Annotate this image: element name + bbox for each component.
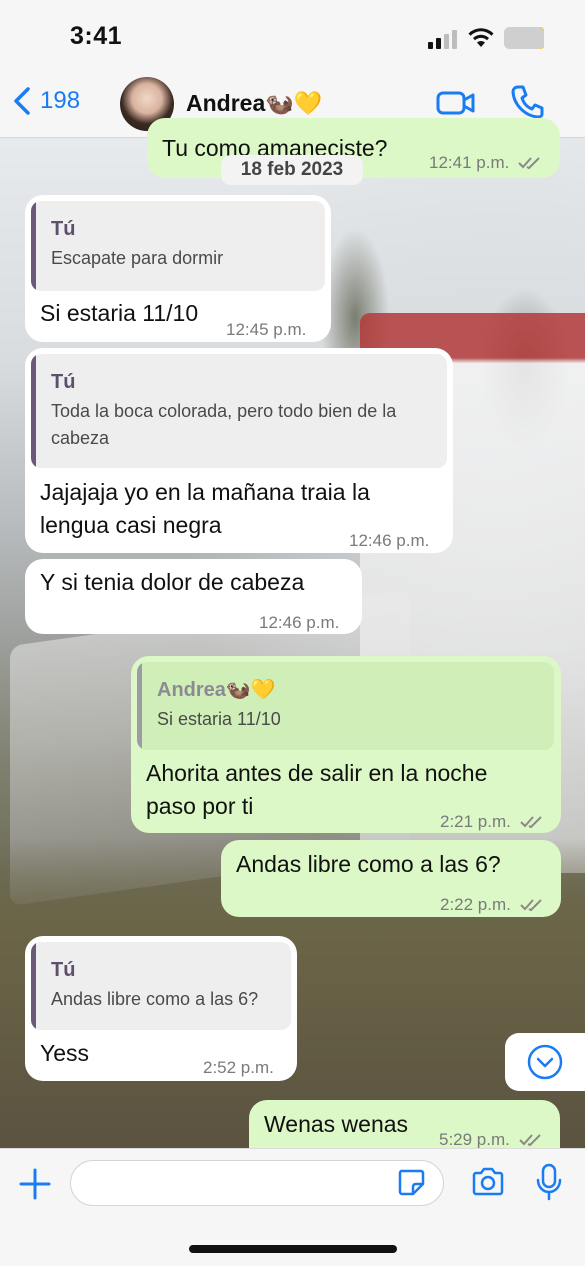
read-receipt-icon [518, 157, 540, 170]
quote-bar [31, 942, 36, 1030]
message-time: 12:45 p.m. [226, 320, 307, 339]
signal-icon [428, 30, 457, 49]
quote-bar [31, 354, 36, 468]
video-camera-icon[interactable] [436, 88, 476, 118]
microphone-icon[interactable] [535, 1163, 563, 1201]
quoted-message[interactable]: Tú Andas libre como a las 6? [31, 942, 291, 1030]
scroll-to-bottom-button[interactable] [505, 1033, 585, 1091]
camera-icon[interactable] [470, 1167, 506, 1197]
quote-text: Toda la boca colorada, pero todo bien de… [51, 401, 397, 448]
message-time: 12:46 p.m. [349, 531, 430, 550]
home-indicator [189, 1245, 397, 1253]
contact-name[interactable]: Andrea🦦💛 [186, 90, 323, 117]
back-button[interactable]: 198 [12, 86, 80, 116]
read-receipt-icon [519, 816, 542, 829]
read-receipt-icon [518, 1134, 541, 1147]
quote-author: Tú [51, 959, 76, 981]
message-incoming[interactable]: Tú Toda la boca colorada, pero todo bien… [25, 348, 453, 553]
quote-text: Andas libre como a las 6? [51, 989, 259, 1009]
status-bar: 3:41 28 [0, 0, 585, 72]
quote-bar [137, 662, 142, 750]
message-text: Andas libre como a las 6? [236, 851, 501, 877]
quoted-message[interactable]: Andrea🦦💛 Si estaria 11/10 [137, 662, 554, 750]
quote-bar [31, 201, 36, 291]
read-receipt-icon [519, 899, 542, 912]
message-input[interactable] [70, 1160, 444, 1206]
quoted-message[interactable]: Tú Toda la boca colorada, pero todo bien… [31, 354, 447, 468]
plus-icon[interactable] [18, 1167, 52, 1201]
phone-icon[interactable] [510, 84, 544, 120]
message-time: 2:52 p.m. [203, 1058, 274, 1077]
quoted-message[interactable]: Tú Escapate para dormir [31, 201, 325, 291]
message-time: 12:41 p.m. [429, 146, 542, 179]
message-text: Wenas wenas [264, 1111, 409, 1137]
message-text: Yess [40, 1040, 90, 1066]
message-time: 2:21 p.m. [440, 805, 544, 838]
message-outgoing[interactable]: Andrea🦦💛 Si estaria 11/10 Ahorita antes … [131, 656, 561, 833]
chevron-left-icon [14, 87, 30, 115]
message-text: Y si tenia dolor de cabeza [40, 569, 305, 595]
unread-count: 198 [40, 87, 81, 114]
quote-text: Escapate para dormir [51, 248, 224, 268]
message-time: 2:22 p.m. [440, 888, 544, 921]
quote-author: Andrea🦦💛 [157, 679, 276, 701]
message-time: 12:46 p.m. [259, 613, 340, 632]
message-composer [0, 1148, 585, 1266]
battery-nub [504, 27, 544, 49]
message-incoming[interactable]: Tú Andas libre como a las 6? Yess 2:52 p… [25, 936, 297, 1081]
message-incoming[interactable]: Y si tenia dolor de cabeza 12:46 p.m. [25, 559, 362, 634]
status-time: 3:41 [70, 22, 123, 50]
quote-author: Tú [51, 371, 76, 393]
sticker-icon[interactable] [396, 1167, 426, 1197]
quote-author: Tú [51, 218, 76, 240]
message-text: Si estaria 11/10 [40, 300, 199, 326]
message-incoming[interactable]: Tú Escapate para dormir Si estaria 11/10… [25, 195, 331, 342]
date-separator: 18 feb 2023 [221, 155, 363, 185]
message-outgoing[interactable]: Wenas wenas 5:29 p.m. [249, 1100, 560, 1149]
wifi-icon [468, 28, 494, 47]
message-outgoing[interactable]: Andas libre como a las 6? 2:22 p.m. [221, 840, 561, 917]
chevron-down-circle-icon [527, 1044, 563, 1080]
quote-text: Si estaria 11/10 [157, 709, 281, 729]
